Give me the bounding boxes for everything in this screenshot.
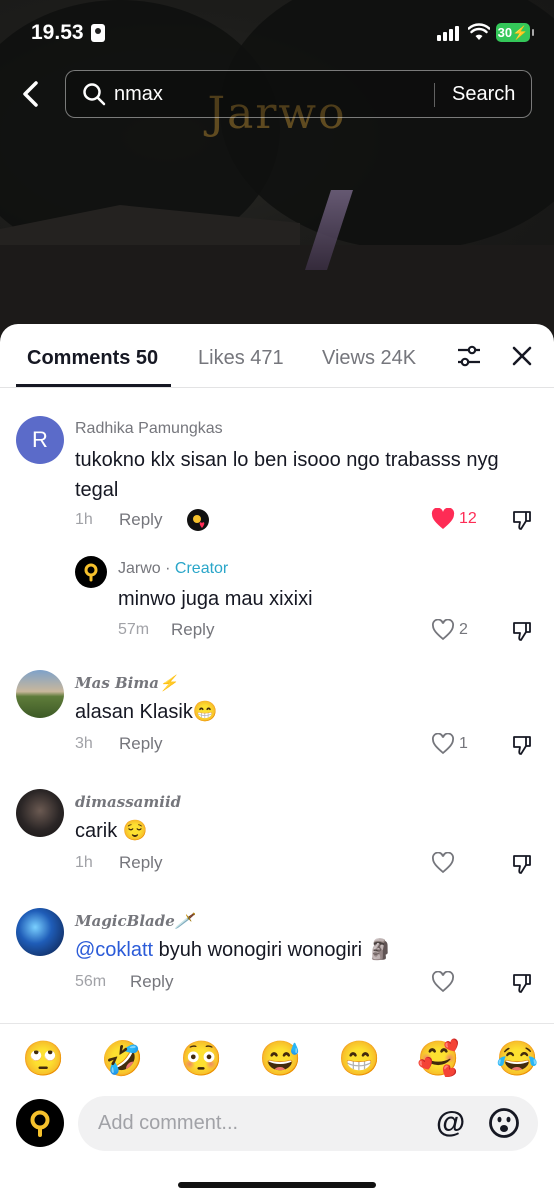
heart-outline-icon	[432, 852, 454, 874]
cellular-signal-icon	[437, 25, 459, 41]
reply-button[interactable]: Reply	[119, 510, 162, 530]
search-bar[interactable]: nmax Search	[65, 70, 532, 118]
emoji-button[interactable]: 😁	[338, 1040, 380, 1078]
avatar[interactable]	[16, 908, 64, 956]
dislike-icon[interactable]	[511, 620, 533, 642]
avatar[interactable]	[75, 556, 107, 588]
avatar[interactable]: R	[16, 416, 64, 464]
author-separator: ·	[160, 560, 175, 577]
comment-text: tukokno klx sisan lo ben isooo ngo traba…	[75, 449, 499, 501]
battery-icon: 30⚡	[496, 23, 534, 42]
reply-button[interactable]: Reply	[119, 734, 162, 754]
comment-text: alasan Klasik😁	[75, 701, 218, 723]
like-button[interactable]	[431, 852, 455, 874]
emoji-button[interactable]: 😂	[496, 1040, 538, 1078]
avatar[interactable]	[16, 789, 64, 837]
search-divider	[434, 83, 435, 107]
comment-placeholder: Add comment...	[98, 1112, 239, 1134]
emoji-picker-icon[interactable]	[488, 1107, 520, 1139]
comment-text: minwo juga mau xixixi	[118, 588, 313, 610]
tab-comments[interactable]: Comments 50	[27, 347, 158, 370]
emoji-button[interactable]: 🥰	[417, 1040, 459, 1078]
back-arrow-icon[interactable]	[16, 78, 46, 110]
comment-time: 3h	[75, 735, 93, 752]
emoji-button[interactable]: 🙄	[22, 1040, 64, 1078]
creator-heart-icon	[193, 515, 205, 528]
comment-input[interactable]: Add comment... @	[78, 1096, 538, 1151]
close-icon[interactable]	[510, 344, 534, 368]
like-count: 12	[459, 510, 477, 527]
battery-level: 30	[497, 25, 513, 40]
heart-outline-icon	[432, 619, 454, 641]
reply-button[interactable]: Reply	[130, 972, 173, 992]
search-input[interactable]: nmax	[114, 83, 414, 106]
creator-liked-avatar	[187, 509, 209, 531]
heart-outline-icon	[432, 971, 454, 993]
jarwo-logo-icon	[30, 1110, 50, 1137]
search-icon	[83, 83, 106, 106]
dislike-icon[interactable]	[511, 509, 533, 531]
jarwo-logo-icon	[84, 563, 98, 582]
like-button[interactable]: 12	[431, 508, 477, 530]
mention-at-button[interactable]: @	[436, 1107, 465, 1139]
comment-time: 56m	[75, 973, 107, 990]
emoji-button[interactable]: 😳	[180, 1040, 222, 1078]
tab-bar: Comments 50 Likes 471 Views 24K	[0, 324, 554, 388]
dislike-icon[interactable]	[511, 972, 533, 994]
comment-author[interactable]: Radhika Pamungkas	[75, 420, 223, 438]
wifi-icon	[468, 23, 490, 40]
active-tab-indicator	[16, 384, 171, 387]
dislike-icon[interactable]	[511, 734, 533, 756]
id-card-icon	[91, 24, 105, 42]
like-button[interactable]: 1	[431, 733, 468, 755]
like-button[interactable]	[431, 971, 455, 993]
emoji-quick-bar: 🙄 🤣 😳 😅 😁 🥰 😂	[0, 1023, 554, 1093]
comment-time: 1h	[75, 854, 93, 871]
comment-text: carik 😌	[75, 820, 148, 842]
emoji-button[interactable]: 🤣	[101, 1040, 143, 1078]
reply-button[interactable]: Reply	[171, 620, 214, 640]
dislike-icon[interactable]	[511, 853, 533, 875]
comment-author[interactable]: dimassamiid	[75, 793, 181, 811]
status-time: 19.53	[31, 21, 84, 44]
like-count: 2	[459, 621, 468, 638]
reply-button[interactable]: Reply	[119, 853, 162, 873]
comment-author[interactable]: Mas Bima⚡	[75, 674, 178, 692]
emoji-button[interactable]: 😅	[259, 1040, 301, 1078]
home-indicator	[178, 1182, 376, 1188]
creator-badge: Creator	[174, 560, 229, 577]
mention-link[interactable]: @coklatt	[75, 939, 153, 961]
filter-sliders-icon[interactable]	[456, 345, 482, 367]
search-button[interactable]: Search	[452, 83, 515, 106]
heart-outline-icon	[432, 733, 454, 755]
comment-time: 57m	[118, 621, 150, 638]
like-count: 1	[459, 735, 468, 752]
comment-body: byuh wonogiri wonogiri 🗿	[153, 939, 393, 961]
tab-likes[interactable]: Likes 471	[198, 347, 284, 370]
comment-author[interactable]: Jarwo · Creator	[118, 560, 228, 578]
comment-text: @coklatt byuh wonogiri wonogiri 🗿	[75, 935, 525, 965]
tab-views[interactable]: Views 24K	[322, 347, 416, 370]
comment-time: 1h	[75, 511, 93, 528]
like-button[interactable]: 2	[431, 619, 468, 641]
heart-filled-icon	[431, 508, 455, 529]
status-bar: 19.53 30⚡	[0, 0, 554, 62]
avatar[interactable]	[16, 670, 64, 718]
my-avatar[interactable]	[16, 1099, 64, 1147]
author-name: Jarwo	[118, 560, 161, 577]
comment-author[interactable]: MagicBlade🗡️	[75, 912, 193, 930]
